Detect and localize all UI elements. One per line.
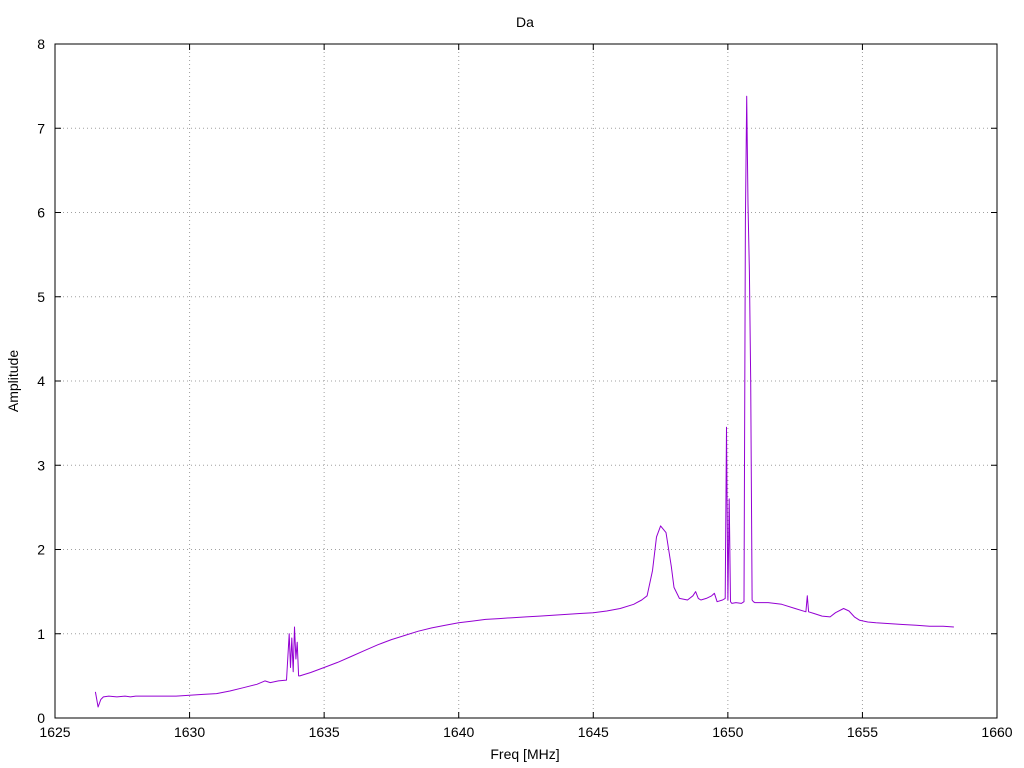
y-tick-label: 0 — [37, 710, 45, 726]
x-axis-label: Freq [MHz] — [490, 746, 559, 762]
y-tick-label: 3 — [37, 457, 45, 473]
y-tick-label: 7 — [37, 120, 45, 136]
y-tick-label: 5 — [37, 289, 45, 305]
y-tick-label: 1 — [37, 626, 45, 642]
y-axis-label: Amplitude — [5, 350, 21, 412]
x-tick-label: 1625 — [39, 724, 70, 740]
chart: 1625 1630 1635 1640 1645 1650 1655 1660 0 1 2 3 4 5 6 7… — [5, 14, 1013, 762]
y-tick-label: 8 — [37, 36, 45, 52]
chart-title: Da — [516, 14, 534, 30]
x-tick-label: 1650 — [712, 724, 743, 740]
series-line — [94, 95, 954, 708]
x-tick-label: 1635 — [309, 724, 340, 740]
y-tick-label: 2 — [37, 542, 45, 558]
x-tick-label: 1640 — [443, 724, 474, 740]
x-tick-label: 1645 — [578, 724, 609, 740]
x-tick-label: 1630 — [174, 724, 205, 740]
y-tick-label: 4 — [37, 373, 45, 389]
series-layer — [94, 95, 954, 708]
x-tick-label: 1660 — [981, 724, 1012, 740]
x-tick-label: 1655 — [847, 724, 878, 740]
tick-labels: 1625 1630 1635 1640 1645 1650 1655 1660 0 1 2 3 4 5 6 7… — [37, 36, 1013, 740]
y-tick-label: 6 — [37, 205, 45, 221]
